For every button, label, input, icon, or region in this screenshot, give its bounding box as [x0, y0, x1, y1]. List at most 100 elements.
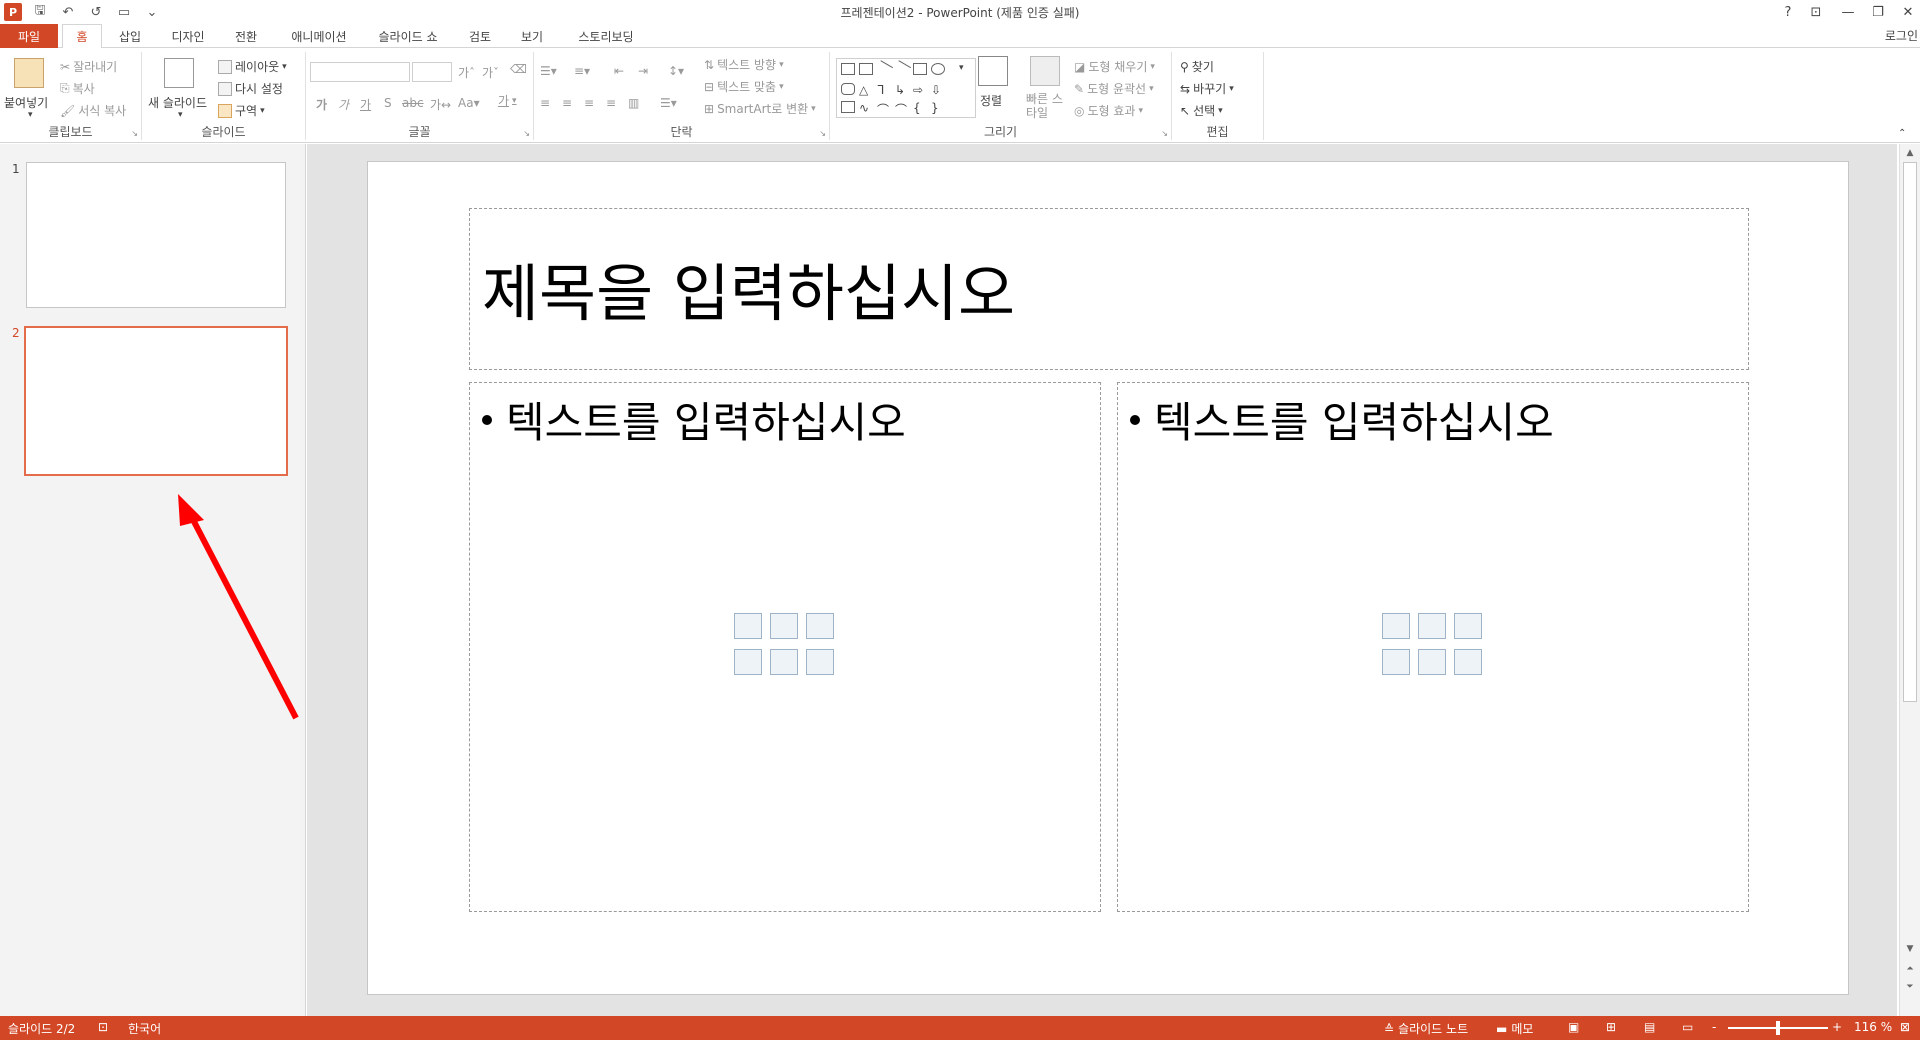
layout-button[interactable]: 레이아웃 ▾ [218, 58, 287, 75]
arrange-button[interactable]: 정렬 [980, 92, 1002, 109]
shape-outline-button[interactable]: ✎ 도형 윤곽선 ▾ [1074, 80, 1154, 97]
tab-file[interactable]: 파일 [0, 24, 58, 48]
new-slide-dropdown-icon[interactable]: ▾ [178, 110, 183, 120]
columns-icon[interactable]: ▥ [628, 96, 639, 110]
next-slide-icon[interactable]: ⏷ [1903, 980, 1917, 994]
flowchart-shape-icon[interactable] [841, 101, 855, 113]
reading-view-icon[interactable]: ▤ [1644, 1020, 1655, 1034]
arrow-shape-icon[interactable] [892, 60, 912, 78]
paste-dropdown-icon[interactable]: ▾ [28, 110, 33, 120]
fit-slide-icon[interactable]: ⊠ [1900, 1020, 1910, 1034]
insert-chart-icon[interactable] [770, 613, 798, 639]
insert-picture-icon[interactable] [734, 649, 762, 675]
decrease-font-size-icon[interactable]: 가ˇ [482, 64, 499, 81]
insert-chart-icon[interactable] [1418, 613, 1446, 639]
tab-review[interactable]: 검토 [460, 24, 500, 48]
right-brace-shape-icon[interactable]: } [931, 101, 945, 115]
tab-insert[interactable]: 삽입 [110, 24, 150, 48]
insert-online-picture-icon[interactable] [1418, 649, 1446, 675]
help-button[interactable]: ? [1774, 2, 1802, 22]
normal-view-icon[interactable]: ▣ [1568, 1020, 1579, 1034]
increase-indent-icon[interactable]: ⇥ [638, 64, 648, 78]
title-placeholder[interactable]: 제목을 입력하십시오 [469, 208, 1749, 370]
zoom-in-button[interactable]: + [1832, 1020, 1842, 1034]
tab-animations[interactable]: 애니메이션 [280, 24, 358, 48]
freeform-shape-icon[interactable]: ∿ [859, 101, 873, 115]
quick-styles-button[interactable]: 빠른 스타일 [1026, 92, 1070, 120]
insert-video-icon[interactable] [806, 649, 834, 675]
triangle-shape-icon[interactable]: △ [859, 83, 873, 97]
smartart-button[interactable]: ⊞ SmartArt로 변환 ▾ [704, 100, 816, 117]
justify-icon[interactable]: ≡ [606, 96, 616, 110]
slide-thumbnail-1[interactable] [26, 162, 286, 308]
paste-button[interactable]: 붙여넣기 [4, 94, 48, 111]
shapes-gallery[interactable]: △ ᒣ ↳ ⇨ ⇩ ∿ ⌒ ⌒ { } ▾ [836, 58, 976, 118]
zoom-level[interactable]: 116 % [1854, 1020, 1892, 1034]
format-painter-button[interactable]: 🖌 서식 복사 [60, 102, 126, 119]
copy-button[interactable]: ⎘ 복사 [60, 80, 95, 97]
tab-design[interactable]: 디자인 [162, 24, 214, 48]
tab-view[interactable]: 보기 [512, 24, 552, 48]
align-text-button[interactable]: ⊟ 텍스트 맞춤 ▾ [704, 78, 784, 95]
drawing-launcher-icon[interactable]: ↘ [1161, 129, 1168, 138]
restore-button[interactable]: ❐ [1864, 2, 1892, 22]
reset-button[interactable]: 다시 설정 [218, 80, 283, 97]
insert-smartart-icon[interactable] [806, 613, 834, 639]
minimize-button[interactable]: — [1834, 2, 1862, 22]
insert-picture-icon[interactable] [1382, 649, 1410, 675]
left-brace-shape-icon[interactable]: { [913, 101, 927, 115]
vertical-scrollbar[interactable]: ▲ ▼ ⏶ ⏷ [1899, 144, 1920, 1016]
increase-font-size-icon[interactable]: 가ˆ [458, 64, 475, 81]
change-case-icon[interactable]: Aa▾ [458, 96, 480, 110]
paragraph-launcher-icon[interactable]: ↘ [819, 129, 826, 138]
slide-show-view-icon[interactable]: ▭ [1682, 1020, 1693, 1034]
insert-video-icon[interactable] [1454, 649, 1482, 675]
cut-button[interactable]: ✂ 잘라내기 [60, 58, 117, 75]
clipboard-launcher-icon[interactable]: ↘ [131, 129, 138, 138]
font-size-combo[interactable] [412, 62, 452, 82]
slide-sorter-view-icon[interactable]: ⊞ [1606, 1020, 1616, 1034]
elbow-connector-shape-icon[interactable]: ᒣ [877, 83, 891, 97]
font-name-combo[interactable] [310, 62, 410, 82]
align-left-icon[interactable]: ≡ [540, 96, 550, 110]
close-button[interactable]: ✕ [1894, 2, 1920, 22]
font-launcher-icon[interactable]: ↘ [523, 129, 530, 138]
tab-slide-show[interactable]: 슬라이드 쇼 [368, 24, 448, 48]
vertical-textbox-shape-icon[interactable] [859, 63, 873, 75]
strikethrough-icon[interactable]: abc [402, 96, 424, 110]
sign-in-link[interactable]: 로그인 [1885, 27, 1918, 44]
insert-smartart-icon[interactable] [1454, 613, 1482, 639]
scroll-thumb[interactable] [1903, 162, 1917, 702]
language-indicator[interactable]: 한국어 [128, 1020, 161, 1037]
character-spacing-icon[interactable]: 가↔ [430, 96, 451, 113]
decrease-indent-icon[interactable]: ⇤ [614, 64, 624, 78]
right-arrow-shape-icon[interactable]: ⇨ [913, 83, 927, 97]
left-content-placeholder[interactable]: 텍스트를 입력하십시오 [469, 382, 1101, 912]
bold-icon[interactable]: 가 [316, 96, 327, 113]
arc-shape-icon[interactable]: ⌒ [895, 101, 909, 117]
shape-effects-button[interactable]: ◎ 도형 효과 ▾ [1074, 102, 1143, 119]
line-spacing-icon[interactable]: ↕▾ [668, 64, 684, 78]
paragraph-options-icon[interactable]: ☰▾ [660, 96, 677, 110]
tab-storyboarding[interactable]: 스토리보딩 [566, 24, 646, 48]
find-button[interactable]: ⚲ 찾기 [1180, 58, 1214, 75]
notes-button[interactable]: ≙ 슬라이드 노트 [1384, 1020, 1468, 1037]
textbox-shape-icon[interactable] [841, 63, 855, 75]
oval-shape-icon[interactable] [931, 63, 945, 75]
comments-button[interactable]: ▬ 메모 [1496, 1020, 1533, 1037]
select-button[interactable]: ↖ 선택 ▾ [1180, 102, 1223, 119]
numbering-icon[interactable]: ≡▾ [574, 64, 590, 78]
font-color-button[interactable]: 가 ▾ [498, 92, 517, 109]
right-content-placeholder[interactable]: 텍스트를 입력하십시오 [1117, 382, 1749, 912]
curve-shape-icon[interactable]: ⌒ [877, 101, 891, 117]
down-arrow-shape-icon[interactable]: ⇩ [931, 83, 945, 97]
scroll-up-icon[interactable]: ▲ [1903, 146, 1917, 160]
line-shape-icon[interactable] [874, 60, 894, 78]
spell-check-icon[interactable]: ⊡ [98, 1020, 108, 1034]
align-center-icon[interactable]: ≡ [562, 96, 572, 110]
zoom-slider-thumb[interactable] [1776, 1021, 1780, 1035]
zoom-out-button[interactable]: - [1712, 1020, 1716, 1034]
shadow-icon[interactable]: S [384, 96, 392, 110]
rectangle-shape-icon[interactable] [913, 63, 927, 75]
bullets-icon[interactable]: ☰▾ [540, 64, 557, 78]
